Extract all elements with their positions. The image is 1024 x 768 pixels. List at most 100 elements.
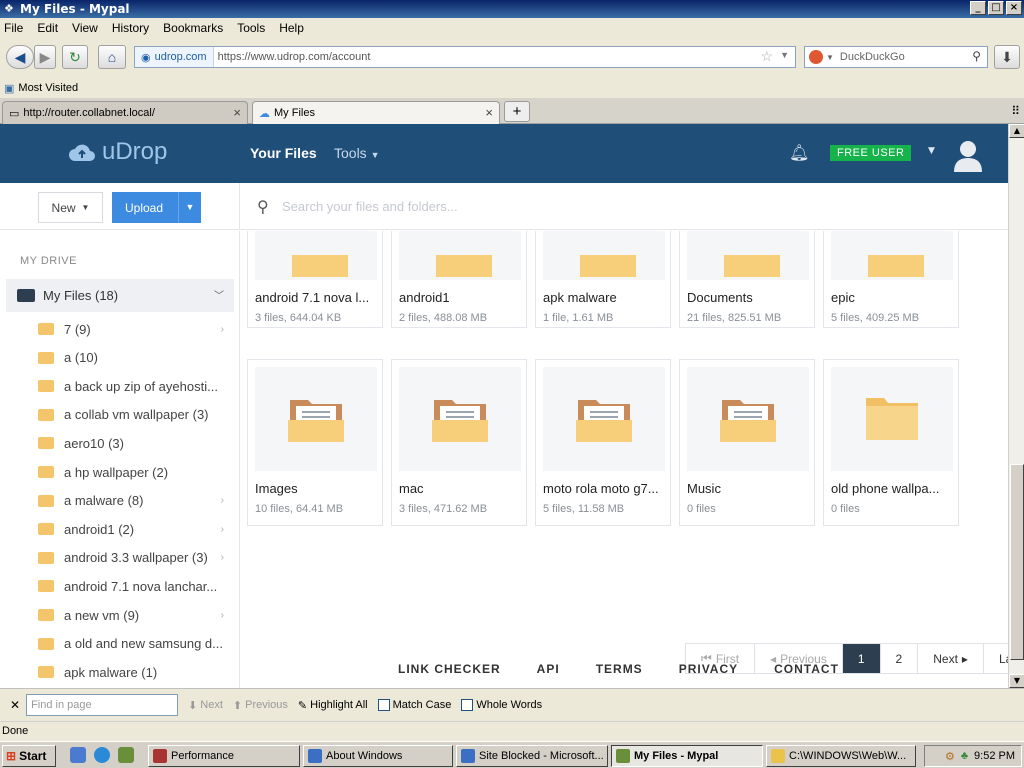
account-type-badge[interactable]: FREE USER (830, 145, 912, 161)
nav-your-files[interactable]: Your Files (250, 145, 317, 161)
checkbox-icon[interactable] (461, 699, 474, 711)
show-desktop-icon[interactable] (70, 747, 86, 763)
tab-my-files[interactable]: ☁ My Files × (252, 101, 500, 124)
footer-link-checker[interactable]: LINK CHECKER (398, 662, 501, 676)
sidebar-folder-item[interactable]: a back up zip of ayehosti... (38, 374, 228, 398)
find-previous-button[interactable]: ⬆ Previous (233, 699, 288, 712)
udrop-logo[interactable]: uDrop (68, 138, 167, 166)
sidebar-folder-item[interactable]: android 3.3 wallpaper (3) › (38, 546, 228, 570)
chevron-right-icon[interactable]: › (221, 524, 224, 535)
magnifier-icon[interactable]: ⚲ (972, 49, 981, 63)
chevron-right-icon[interactable]: › (221, 495, 224, 506)
menu-edit[interactable]: Edit (37, 21, 58, 35)
chevron-right-icon[interactable]: › (221, 610, 224, 621)
search-engine-bar[interactable]: ▼ DuckDuckGo ⚲ (804, 46, 988, 68)
tab-close-icon[interactable]: × (233, 105, 241, 120)
tab-list-icon[interactable]: ⠿ (1011, 104, 1020, 118)
sidebar-folder-item[interactable]: a old and new samsung d... (38, 632, 228, 656)
url-dropdown-icon[interactable]: ▼ (780, 50, 789, 60)
find-close-icon[interactable]: ✕ (10, 698, 20, 712)
chevron-right-icon[interactable]: › (221, 552, 224, 563)
footer-privacy[interactable]: PRIVACY (679, 662, 738, 676)
chevron-right-icon[interactable]: › (221, 324, 224, 335)
upload-button[interactable]: Upload ▼ (112, 192, 201, 223)
tray-app-icon[interactable]: ♣ (961, 750, 968, 762)
sidebar-folder-item[interactable]: android 7.1 nova lanchar... (38, 574, 228, 598)
sidebar-root-my-files[interactable]: My Files (18) ﹀ (6, 279, 234, 312)
checkbox-icon[interactable] (377, 699, 390, 711)
menu-tools[interactable]: Tools (237, 21, 265, 35)
sidebar-folder-item[interactable]: a malware (8) › (38, 489, 228, 513)
task-my-files-mypal[interactable]: My Files - Mypal (611, 745, 763, 767)
bell-icon[interactable]: 🔔︎ (789, 143, 809, 162)
footer-contact[interactable]: CONTACT (774, 662, 839, 676)
sidebar-folder-item[interactable]: android1 (2) › (38, 517, 228, 541)
upload-caret-icon[interactable]: ▼ (178, 192, 201, 223)
sidebar-folder-item[interactable]: 7 (9) › (38, 317, 228, 341)
folder-card[interactable]: mac 3 files, 471.62 MB (391, 359, 527, 526)
file-search-input[interactable] (282, 196, 682, 216)
task-performance[interactable]: Performance (148, 745, 300, 767)
tab-router[interactable]: ▭ http://router.collabnet.local/ × (2, 101, 248, 124)
chevron-down-icon[interactable]: ﹀ (214, 287, 224, 302)
sidebar-folder-item[interactable]: a collab vm wallpaper (3) (38, 403, 228, 427)
url-text[interactable]: https://www.udrop.com/account (214, 51, 371, 63)
highlight-all-button[interactable]: ✎ Highlight All (298, 699, 368, 712)
scroll-up-icon[interactable]: ▲ (1009, 124, 1024, 138)
task-site-blocked[interactable]: Site Blocked - Microsoft... (456, 745, 608, 767)
avatar[interactable] (952, 138, 984, 172)
match-case-checkbox[interactable]: Match Case (377, 699, 451, 711)
sidebar-folder-item[interactable]: a (10) (38, 346, 228, 370)
minimize-button[interactable]: _ (970, 1, 986, 15)
back-button[interactable]: ◀ (6, 45, 34, 69)
menu-bookmarks[interactable]: Bookmarks (163, 21, 223, 35)
scrollbar-thumb[interactable] (1010, 464, 1024, 660)
whole-words-checkbox[interactable]: Whole Words (461, 699, 542, 711)
internet-explorer-icon[interactable] (94, 747, 110, 763)
close-button[interactable]: × (1006, 1, 1022, 15)
task-about-windows[interactable]: About Windows (303, 745, 453, 767)
reload-button[interactable]: ↻ (62, 45, 88, 69)
url-bar[interactable]: ◉ udrop.com https://www.udrop.com/accoun… (134, 46, 796, 68)
bookmark-most-visited[interactable]: Most Visited (18, 82, 78, 94)
page-scrollbar[interactable]: ▲ ▼ (1008, 124, 1024, 688)
user-menu-caret-icon[interactable]: ▼ (928, 146, 935, 156)
pagination-page-2[interactable]: 2 (881, 644, 919, 673)
pagination-next[interactable]: Next ▸ (918, 644, 984, 673)
new-button[interactable]: New ▼ (38, 192, 103, 223)
duckduckgo-icon[interactable] (809, 50, 823, 64)
mypal-quicklaunch-icon[interactable] (118, 747, 134, 763)
footer-api[interactable]: API (537, 662, 560, 676)
folder-card[interactable]: android 7.1 nova l... 3 files, 644.04 KB (247, 231, 383, 328)
pagination-page-1[interactable]: 1 (842, 644, 881, 673)
menu-history[interactable]: History (112, 21, 149, 35)
engine-dropdown-icon[interactable]: ▼ (826, 53, 834, 62)
bookmark-star-icon[interactable]: ☆ (760, 48, 773, 65)
footer-terms[interactable]: TERMS (596, 662, 643, 676)
clock[interactable]: 9:52 PM (974, 750, 1015, 762)
find-input[interactable]: Find in page (26, 694, 179, 716)
tray-network-icon[interactable]: ⚙ (945, 750, 955, 763)
scroll-down-icon[interactable]: ▼ (1009, 674, 1024, 688)
folder-card[interactable]: Documents 21 files, 825.51 MB (679, 231, 815, 328)
folder-card[interactable]: android1 2 files, 488.08 MB (391, 231, 527, 328)
folder-card[interactable]: old phone wallpa... 0 files (823, 359, 959, 526)
folder-card[interactable]: Images 10 files, 64.41 MB (247, 359, 383, 526)
sidebar-folder-item[interactable]: a new vm (9) › (38, 603, 228, 627)
maximize-button[interactable]: □ (988, 1, 1004, 15)
forward-button[interactable]: ▶ (34, 45, 56, 69)
find-next-button[interactable]: ⬇ Next (188, 699, 223, 712)
tab-close-icon[interactable]: × (485, 105, 493, 120)
home-button[interactable]: ⌂ (98, 45, 126, 69)
downloads-button[interactable]: ⬇ (994, 45, 1020, 69)
site-identity[interactable]: ◉ udrop.com (135, 47, 214, 67)
folder-card[interactable]: moto rola moto g7... 5 files, 11.58 MB (535, 359, 671, 526)
sidebar-folder-item[interactable]: a hp wallpaper (2) (38, 460, 228, 484)
sidebar-folder-item[interactable]: aero10 (3) (38, 431, 228, 455)
new-tab-button[interactable]: + (504, 101, 530, 122)
menu-file[interactable]: File (4, 21, 23, 35)
start-button[interactable]: ⊞ Start (2, 745, 56, 767)
nav-tools[interactable]: Tools ▼ (334, 145, 380, 161)
menu-view[interactable]: View (72, 21, 98, 35)
menu-help[interactable]: Help (279, 21, 304, 35)
